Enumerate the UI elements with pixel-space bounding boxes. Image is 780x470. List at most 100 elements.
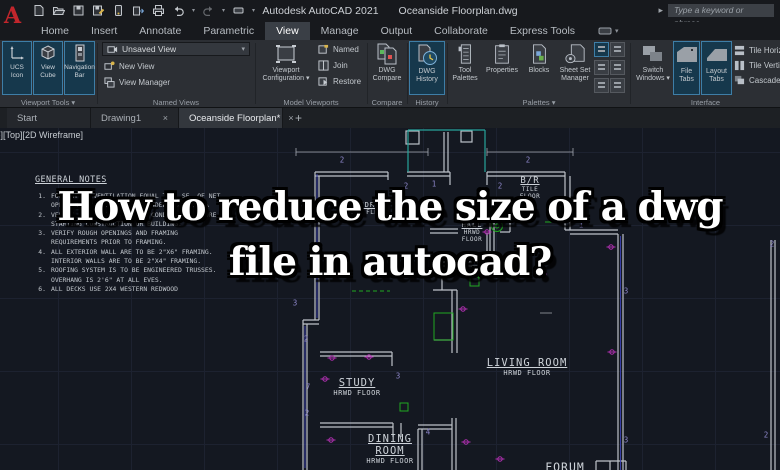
tab-parametric[interactable]: Parametric — [192, 22, 265, 40]
button-label: Tabs — [679, 76, 694, 83]
button-label: Palettes — [452, 75, 478, 82]
button-label: Windows ▾ — [636, 75, 670, 82]
button-label: Properties — [486, 67, 518, 74]
view-list-dropdown[interactable]: Unsaved View ▾ — [102, 42, 250, 56]
close-tab-icon[interactable]: × — [163, 113, 168, 123]
button-label: Configuration — [262, 75, 305, 82]
view-icon — [107, 45, 118, 53]
panel-label[interactable]: Interface — [631, 98, 780, 107]
ribbon-options-button[interactable]: ▾ — [598, 22, 619, 40]
button-label: Compare — [372, 75, 402, 82]
layout-tabs-icon — [706, 49, 727, 61]
panel-label[interactable]: Palettes ▾ — [448, 98, 630, 107]
tile-vertically-button[interactable]: Tile Vertically — [734, 60, 780, 71]
button-label: UCS — [10, 64, 24, 71]
panel-label[interactable]: Compare — [368, 98, 406, 107]
dwg-compare-icon — [377, 43, 397, 65]
named-viewports-button[interactable]: Named — [318, 44, 359, 55]
window-tag: 2 — [339, 155, 345, 165]
tool-palettes-button[interactable]: Tool Palettes — [450, 41, 480, 95]
button-label: Bar — [74, 71, 85, 79]
window-tag: 2 — [525, 155, 531, 165]
tile-horizontally-icon — [734, 45, 745, 56]
sheet-set-manager-icon — [565, 44, 585, 64]
button-label: Layout — [705, 68, 728, 75]
tab-express-tools[interactable]: Express Tools — [499, 22, 586, 40]
overlay-caption-line1: How to reduce the size of a dwg — [57, 184, 723, 230]
navigation-bar-toggle-button[interactable]: Navigation Bar — [64, 41, 95, 95]
new-view-button[interactable]: New View — [104, 61, 154, 72]
search-arrow-icon[interactable]: ▸ — [658, 5, 663, 16]
tile-horizontally-button[interactable]: Tile Horizontally — [734, 45, 780, 56]
ucs-axes-icon — [10, 46, 24, 60]
calculator-palette-button[interactable] — [594, 78, 609, 93]
window-tag: 7 — [305, 382, 311, 392]
overlay-caption: How to reduce the size of a dwg file in … — [0, 180, 780, 290]
sheet-set-manager-button[interactable]: Sheet Set Manager — [555, 41, 595, 95]
tab-oceanside-floorplan[interactable]: Oceanside Floorplan* × — [179, 108, 294, 128]
file-tabs-icon — [676, 47, 697, 62]
tab-start[interactable]: Start — [7, 108, 91, 128]
room-label-study: STUDY HRWD FLOOR — [333, 377, 381, 397]
app-title: Autodesk AutoCAD 2021 — [262, 5, 379, 17]
layer-palette-button[interactable] — [610, 42, 625, 57]
panel-label[interactable]: History — [408, 98, 446, 107]
cascade-icon — [734, 75, 745, 85]
room-label-living-room: LIVING ROOM HRWD FLOOR — [486, 357, 568, 377]
dwg-history-button[interactable]: DWG History — [409, 41, 445, 95]
button-label: Cascade — [749, 76, 780, 85]
tab-drawing1[interactable]: Drawing1 × — [91, 108, 179, 128]
chevron-down-icon: ▾ — [71, 98, 76, 107]
button-label: Tabs — [709, 76, 724, 83]
button-label: Tool — [458, 67, 472, 74]
blocks-button[interactable]: Blocks — [524, 41, 554, 95]
restore-viewports-button[interactable]: Restore — [318, 76, 361, 87]
layout-tabs-toggle-button[interactable]: Layout Tabs — [701, 41, 732, 95]
tab-label: Start — [17, 112, 38, 124]
viewport-configuration-button[interactable]: Viewport Configuration ▾ — [258, 41, 314, 95]
tab-view[interactable]: View — [265, 22, 310, 40]
file-tabs-toggle-button[interactable]: File Tabs — [673, 41, 700, 95]
overlay-caption-line2: file in autocad? — [228, 239, 552, 285]
viewport-configuration-icon — [276, 45, 296, 63]
palette-toggle-grid — [594, 42, 625, 95]
view-manager-button[interactable]: View Manager — [104, 77, 170, 88]
search-input[interactable]: Type a keyword or phrase — [668, 4, 774, 28]
button-label: History — [416, 76, 438, 83]
tab-annotate[interactable]: Annotate — [128, 22, 192, 40]
panel-label[interactable]: Viewport Tools ▾ — [0, 98, 96, 107]
join-viewports-button[interactable]: Join — [318, 60, 348, 71]
button-label: Viewport — [272, 67, 300, 74]
file-tab-bar: Start Drawing1 × Oceanside Floorplan* × … — [0, 108, 780, 128]
close-tab-icon[interactable]: × — [288, 113, 293, 123]
tab-insert[interactable]: Insert — [80, 22, 128, 40]
count-palette-button[interactable] — [610, 60, 625, 75]
markup-palette-button[interactable] — [594, 60, 609, 75]
ucs-icon-toggle-button[interactable]: UCS Icon — [2, 41, 32, 95]
switch-windows-button[interactable]: Switch Windows ▾ — [634, 41, 672, 95]
autocad-logo-icon[interactable]: A — [4, 3, 26, 29]
button-label: New View — [119, 62, 155, 71]
window-tag: 3 — [623, 435, 629, 445]
dwg-history-icon — [418, 44, 437, 65]
door-tag: 4 — [425, 427, 431, 437]
button-label: Navigation — [64, 64, 95, 71]
properties-button[interactable]: Properties — [481, 41, 523, 95]
new-drawing-button[interactable]: + — [295, 108, 302, 128]
command-line-palette-button[interactable] — [594, 42, 609, 57]
materials-palette-button[interactable] — [610, 78, 625, 93]
view-cube-toggle-button[interactable]: View Cube — [33, 41, 63, 95]
panel-label[interactable]: Model Viewports — [256, 98, 366, 107]
drawing-viewport[interactable]: [-][Top][2D Wireframe] GENERAL NOTES 1. … — [0, 128, 780, 470]
panel-compare: DWG Compare Compare — [368, 40, 406, 108]
door-tag: 3 — [395, 371, 401, 381]
tab-home[interactable]: Home — [30, 22, 80, 40]
tab-manage[interactable]: Manage — [310, 22, 370, 40]
tab-collaborate[interactable]: Collaborate — [423, 22, 499, 40]
panel-label[interactable]: Named Views — [98, 98, 254, 107]
dwg-compare-button[interactable]: DWG Compare — [369, 41, 405, 95]
join-viewports-icon — [318, 60, 329, 71]
button-label: Sheet Set — [559, 67, 591, 74]
tab-output[interactable]: Output — [370, 22, 424, 40]
cascade-button[interactable]: Cascade — [734, 75, 780, 86]
